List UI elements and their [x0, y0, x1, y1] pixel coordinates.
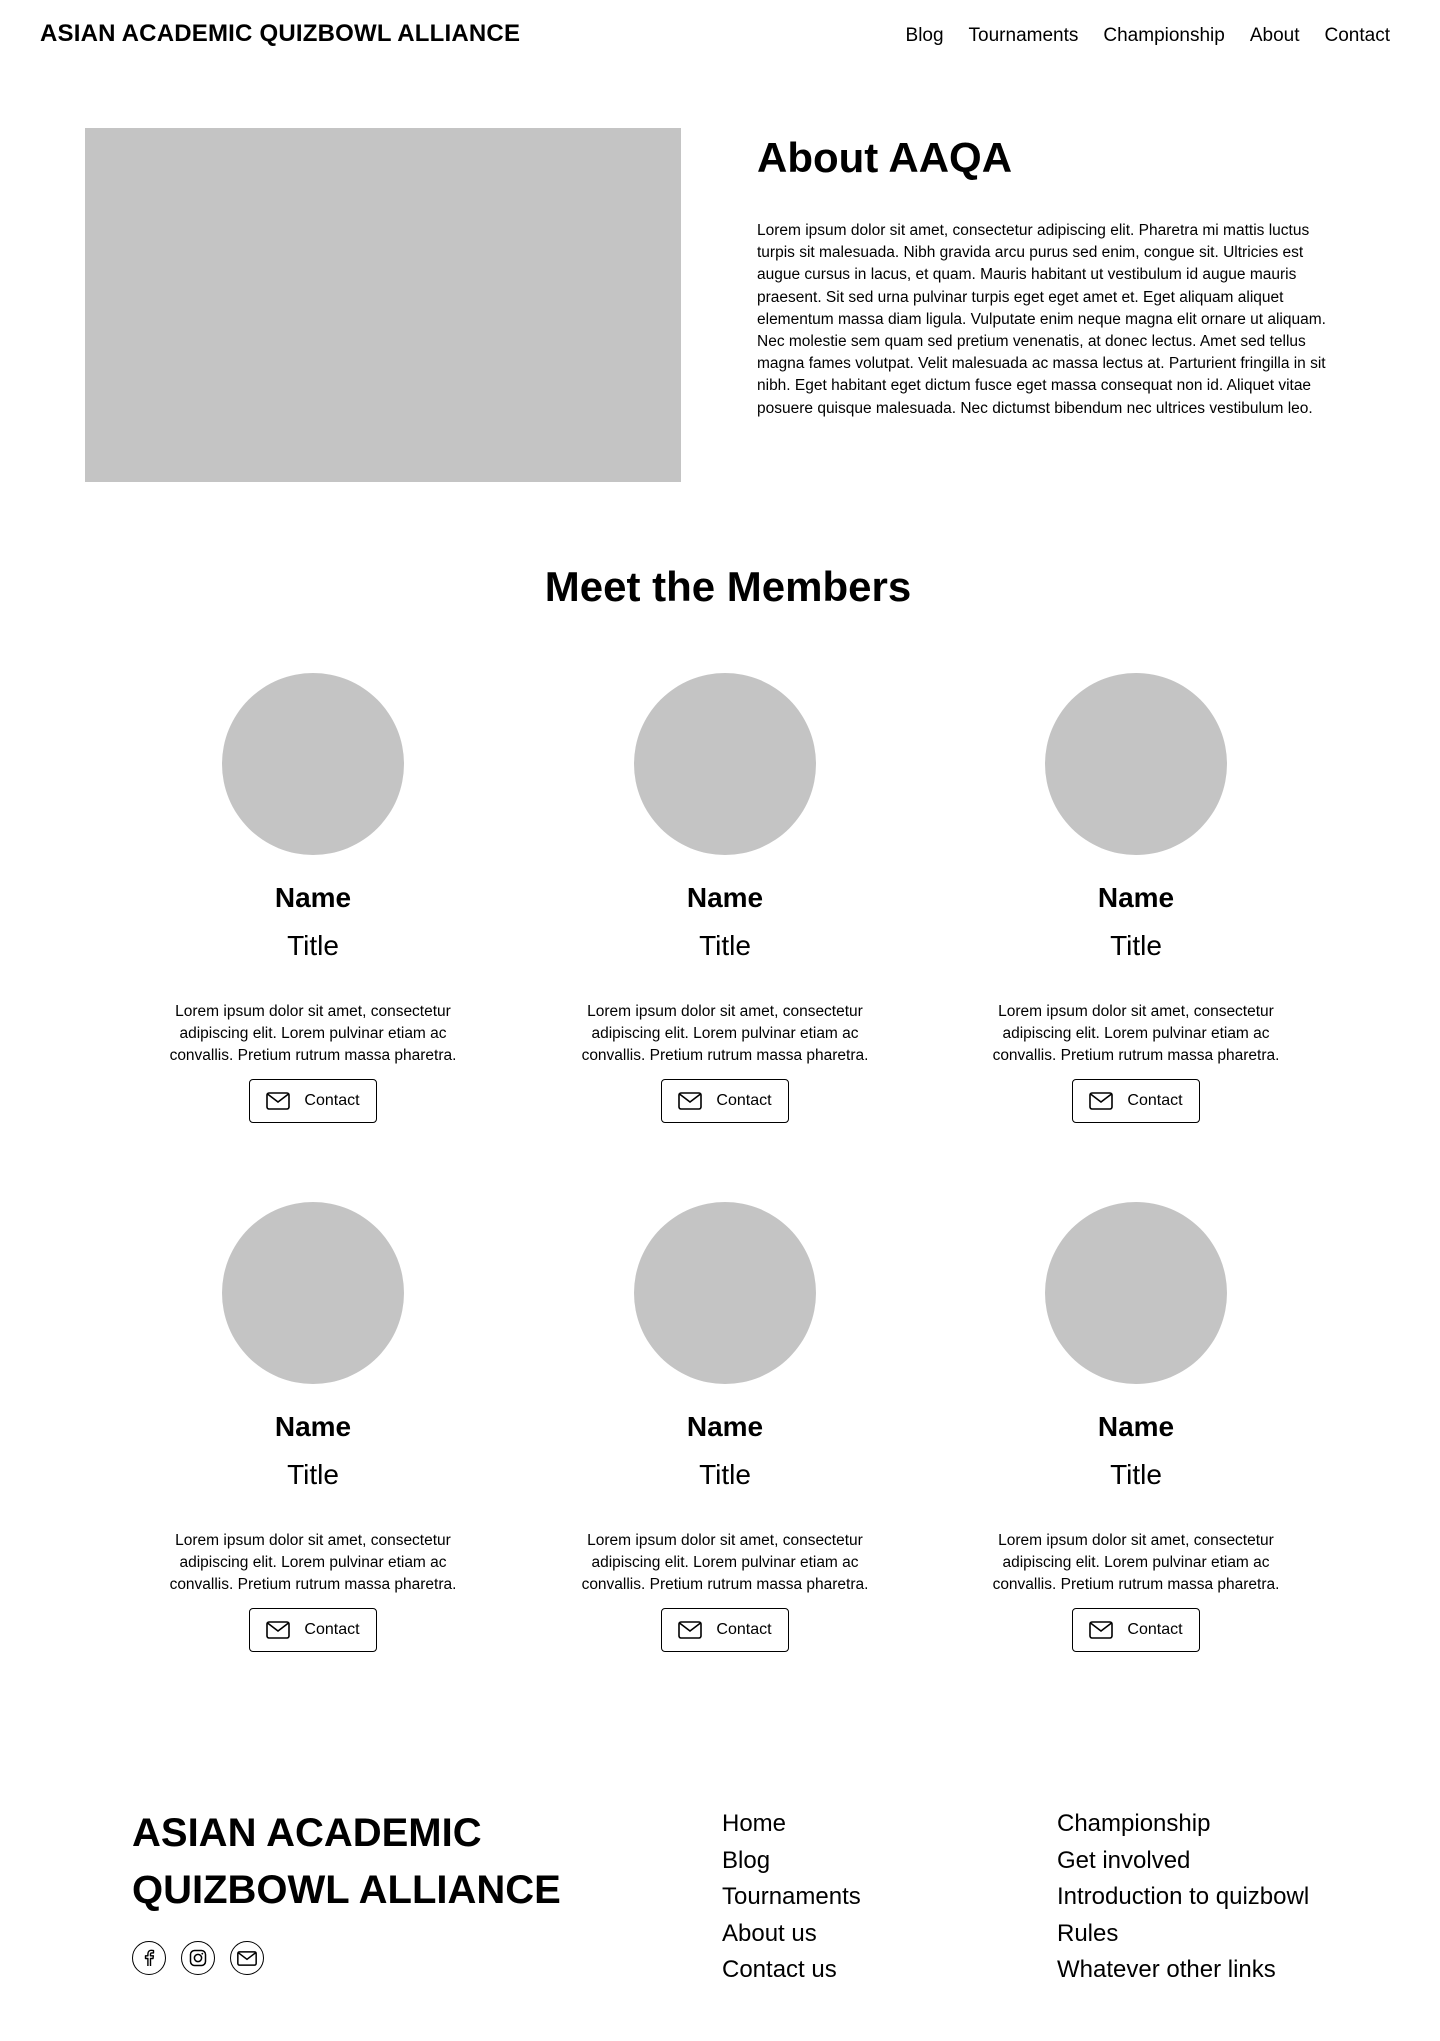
contact-button-label: Contact — [304, 1092, 360, 1109]
avatar — [222, 673, 404, 855]
footer-link-home[interactable]: Home — [722, 1806, 861, 1843]
member-card: Name Title Lorem ipsum dolor sit amet, c… — [555, 673, 895, 1123]
footer-link-contact-us[interactable]: Contact us — [722, 1952, 861, 1989]
instagram-icon[interactable] — [181, 1941, 215, 1975]
contact-button-label: Contact — [716, 1092, 772, 1109]
mail-icon — [266, 1621, 291, 1639]
footer-title-line-2: QUIZBOWL ALLIANCE — [132, 1868, 561, 1912]
nav-blog[interactable]: Blog — [906, 25, 944, 47]
mail-icon — [1089, 1092, 1114, 1110]
member-title: Title — [699, 1459, 751, 1490]
footer-title-line-1: ASIAN ACADEMIC — [132, 1811, 482, 1855]
avatar — [1045, 673, 1227, 855]
member-card: Name Title Lorem ipsum dolor sit amet, c… — [555, 1202, 895, 1652]
member-description: Lorem ipsum dolor sit amet, consectetur … — [169, 1003, 457, 1064]
member-card: Name Title Lorem ipsum dolor sit amet, c… — [966, 673, 1306, 1123]
about-body: Lorem ipsum dolor sit amet, consectetur … — [757, 222, 1326, 417]
footer-title: ASIAN ACADEMIC QUIZBOWL ALLIANCE — [132, 1805, 592, 1919]
main-nav: Blog Tournaments Championship About Cont… — [906, 25, 1390, 47]
social-links — [132, 1941, 264, 1975]
nav-championship[interactable]: Championship — [1103, 25, 1224, 47]
avatar — [1045, 1202, 1227, 1384]
footer-links-secondary: Championship Get involved Introduction t… — [1057, 1806, 1309, 1989]
member-title: Title — [287, 930, 339, 961]
member-card: Name Title Lorem ipsum dolor sit amet, c… — [966, 1202, 1306, 1652]
footer-link-tournaments[interactable]: Tournaments — [722, 1879, 861, 1916]
contact-button[interactable]: Contact — [661, 1079, 789, 1123]
footer-links-primary: Home Blog Tournaments About us Contact u… — [722, 1806, 861, 1989]
nav-tournaments[interactable]: Tournaments — [969, 25, 1079, 47]
member-name: Name — [1097, 1411, 1175, 1442]
footer-link-about-us[interactable]: About us — [722, 1916, 861, 1953]
contact-button-label: Contact — [1127, 1621, 1183, 1638]
about-image-placeholder — [85, 128, 681, 482]
contact-button[interactable]: Contact — [249, 1079, 377, 1123]
mail-icon[interactable] — [230, 1941, 264, 1975]
member-title: Title — [1110, 930, 1162, 961]
member-card: Name Title Lorem ipsum dolor sit amet, c… — [143, 1202, 483, 1652]
member-name: Name — [1097, 882, 1175, 913]
contact-button-label: Contact — [716, 1621, 772, 1638]
footer-link-other[interactable]: Whatever other links — [1057, 1952, 1309, 1989]
contact-button-label: Contact — [304, 1621, 360, 1638]
footer-link-get-involved[interactable]: Get involved — [1057, 1843, 1309, 1880]
member-name: Name — [686, 1411, 764, 1442]
member-name: Name — [686, 882, 764, 913]
facebook-icon[interactable] — [132, 1941, 166, 1975]
member-description: Lorem ipsum dolor sit amet, consectetur … — [581, 1003, 869, 1064]
site-title[interactable]: ASIAN ACADEMIC QUIZBOWL ALLIANCE — [40, 20, 520, 48]
avatar — [634, 1202, 816, 1384]
contact-button-label: Contact — [1127, 1092, 1183, 1109]
contact-button[interactable]: Contact — [1072, 1608, 1200, 1652]
member-description: Lorem ipsum dolor sit amet, consectetur … — [169, 1532, 457, 1593]
member-description: Lorem ipsum dolor sit amet, consectetur … — [992, 1003, 1280, 1064]
mail-icon — [266, 1092, 291, 1110]
about-heading: About AAQA — [757, 134, 1013, 181]
member-description: Lorem ipsum dolor sit amet, consectetur … — [581, 1532, 869, 1593]
contact-button[interactable]: Contact — [249, 1608, 377, 1652]
contact-button[interactable]: Contact — [661, 1608, 789, 1652]
member-title: Title — [287, 1459, 339, 1490]
member-card: Name Title Lorem ipsum dolor sit amet, c… — [143, 673, 483, 1123]
member-name: Name — [274, 1411, 352, 1442]
nav-contact[interactable]: Contact — [1325, 25, 1390, 47]
avatar — [634, 673, 816, 855]
member-name: Name — [274, 882, 352, 913]
footer-link-championship[interactable]: Championship — [1057, 1806, 1309, 1843]
footer-link-rules[interactable]: Rules — [1057, 1916, 1309, 1953]
footer-link-blog[interactable]: Blog — [722, 1843, 861, 1880]
contact-button[interactable]: Contact — [1072, 1079, 1200, 1123]
avatar — [222, 1202, 404, 1384]
members-heading: Meet the Members — [544, 563, 912, 610]
member-description: Lorem ipsum dolor sit amet, consectetur … — [992, 1532, 1280, 1593]
mail-icon — [1089, 1621, 1114, 1639]
member-title: Title — [1110, 1459, 1162, 1490]
mail-icon — [678, 1092, 703, 1110]
nav-about[interactable]: About — [1250, 25, 1300, 47]
footer-link-intro-quizbowl[interactable]: Introduction to quizbowl — [1057, 1879, 1309, 1916]
member-title: Title — [699, 930, 751, 961]
mail-icon — [678, 1621, 703, 1639]
